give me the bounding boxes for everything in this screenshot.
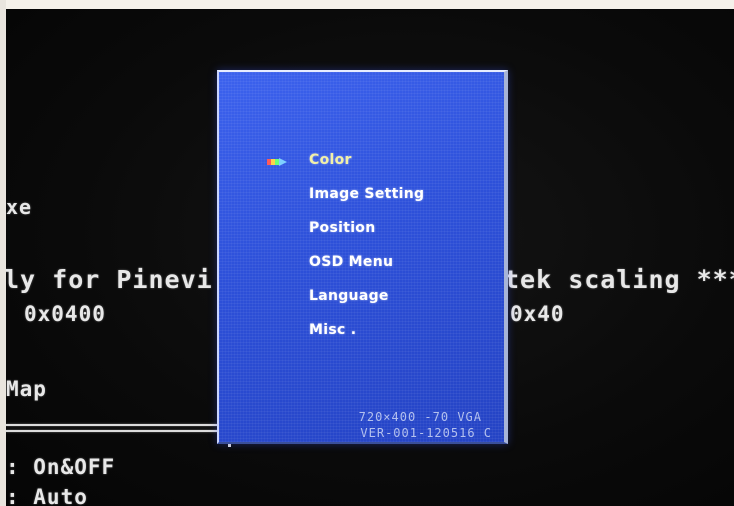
selection-arrow-icon bbox=[267, 158, 287, 166]
terminal-line-map: Map bbox=[6, 377, 47, 401]
terminal-line-exe: xe bbox=[6, 195, 33, 219]
terminal-value-right: 0x40 bbox=[510, 302, 565, 326]
terminal-divider-bottom bbox=[6, 430, 218, 432]
photo: xe ly for Pinevi tek scaling *** 0x0400 … bbox=[0, 0, 734, 506]
terminal-line-pinevi: ly for Pinevi bbox=[6, 265, 213, 294]
osd-item-image-setting[interactable]: Image Setting bbox=[309, 186, 424, 220]
osd-item-misc[interactable]: Misc . bbox=[309, 322, 424, 356]
terminal-line-scaling: tek scaling *** bbox=[504, 265, 734, 294]
osd-resolution: 720×400 -70 VGA bbox=[358, 410, 482, 424]
osd-item-osd-menu[interactable]: OSD Menu bbox=[309, 254, 424, 288]
osd-item-color[interactable]: Color bbox=[309, 152, 424, 186]
monitor-screen: xe ly for Pinevi tek scaling *** 0x0400 … bbox=[6, 9, 734, 506]
osd-version: VER-001-120516 C bbox=[360, 426, 492, 440]
osd-menu-list: Color Image Setting Position OSD Menu La… bbox=[309, 152, 424, 356]
osd-item-language[interactable]: Language bbox=[309, 288, 424, 322]
terminal-value-left: 0x0400 bbox=[24, 302, 106, 326]
terminal-divider-top bbox=[6, 424, 218, 426]
terminal-line-auto: : Auto bbox=[6, 485, 88, 506]
osd-item-position[interactable]: Position bbox=[309, 220, 424, 254]
osd-menu-panel: Color Image Setting Position OSD Menu La… bbox=[217, 70, 508, 444]
terminal-line-onoff: : On&OFF bbox=[6, 455, 116, 479]
